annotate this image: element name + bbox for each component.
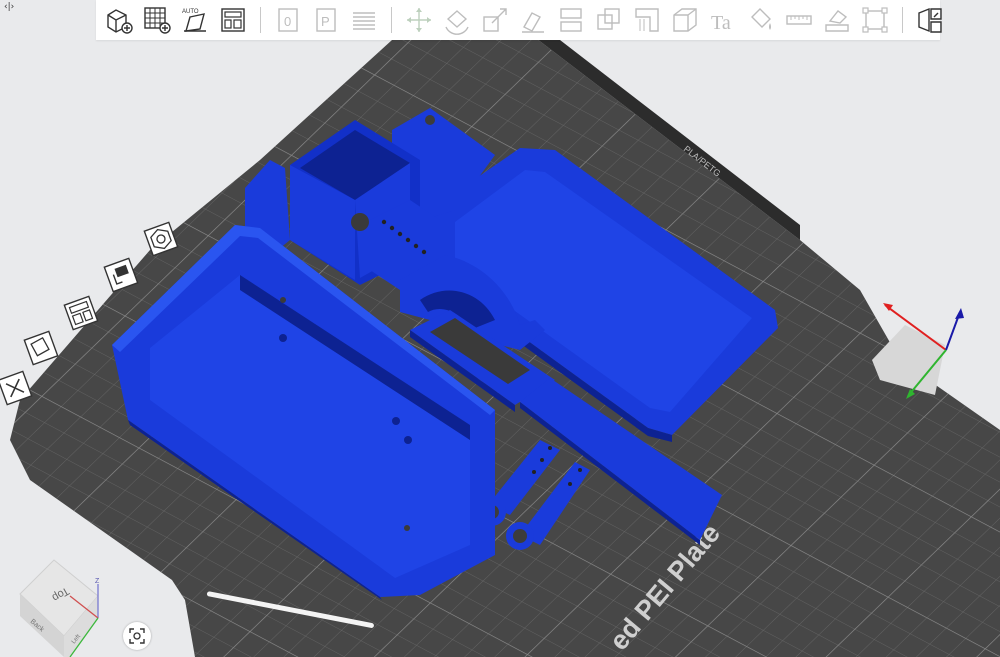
cut-button[interactable] <box>554 3 588 37</box>
paint-bucket-button[interactable] <box>744 3 778 37</box>
zoom-fit-button[interactable] <box>123 622 151 650</box>
fit-frame-button[interactable] <box>858 3 892 37</box>
auto-orient-button[interactable]: AUTO <box>178 3 212 37</box>
toolbar-separator <box>902 7 903 33</box>
fit-view-icon <box>129 628 145 644</box>
svg-text:AUTO: AUTO <box>182 9 199 15</box>
rotate-button[interactable] <box>440 3 474 37</box>
ruler-button[interactable] <box>782 3 816 37</box>
ruler-icon <box>786 15 812 25</box>
assembly-button[interactable] <box>820 3 854 37</box>
measure-box-button[interactable] <box>668 3 702 37</box>
add-object-icon <box>107 9 133 34</box>
add-object-button[interactable] <box>102 3 136 37</box>
rotate-icon <box>445 10 469 35</box>
scale-icon <box>483 8 507 32</box>
move-icon <box>407 8 431 32</box>
add-plate-button[interactable] <box>140 3 174 37</box>
fit-frame-icon <box>862 7 888 33</box>
auto-orient-icon: AUTO <box>182 9 206 32</box>
list-lines-icon <box>353 12 375 30</box>
split-icon <box>597 8 620 30</box>
assembly-view-icon <box>918 7 942 33</box>
paint-bucket-icon <box>751 8 771 30</box>
measure-box-icon <box>673 8 697 32</box>
plate-p-button[interactable]: P <box>309 3 343 37</box>
main-toolbar: AUTO 0 P Ta <box>96 0 942 40</box>
plate-0-icon: 0 <box>278 8 298 32</box>
lay-on-face-icon <box>522 12 544 33</box>
text-button[interactable]: Ta <box>706 3 740 37</box>
assembly-icon <box>825 10 849 32</box>
lay-on-face-button[interactable] <box>516 3 550 37</box>
svg-text:0: 0 <box>284 14 291 29</box>
support-paint-button[interactable] <box>630 3 664 37</box>
text-icon: Ta <box>711 12 731 34</box>
arrange-layout-icon <box>221 8 245 32</box>
support-paint-icon <box>635 8 659 32</box>
split-button[interactable] <box>592 3 626 37</box>
plate-0-button[interactable]: 0 <box>271 3 305 37</box>
svg-text:P: P <box>321 14 330 29</box>
assembly-view-button[interactable] <box>913 3 947 37</box>
list-lines-button[interactable] <box>347 3 381 37</box>
view-cube[interactable]: Top Back Left Z <box>14 556 110 657</box>
3d-viewport[interactable]: ed PEI Plate PLA/PETG <box>0 0 1000 657</box>
plate-p-icon: P <box>316 8 336 32</box>
scale-button[interactable] <box>478 3 512 37</box>
cut-icon <box>560 8 582 32</box>
svg-text:Ta: Ta <box>711 12 731 34</box>
toolbar-separator <box>260 7 261 33</box>
arrange-button[interactable] <box>216 3 250 37</box>
view-cube-z-label: Z <box>95 578 100 585</box>
move-button[interactable] <box>402 3 436 37</box>
toolbar-separator <box>391 7 392 33</box>
grid-add-plate-icon <box>144 7 171 34</box>
